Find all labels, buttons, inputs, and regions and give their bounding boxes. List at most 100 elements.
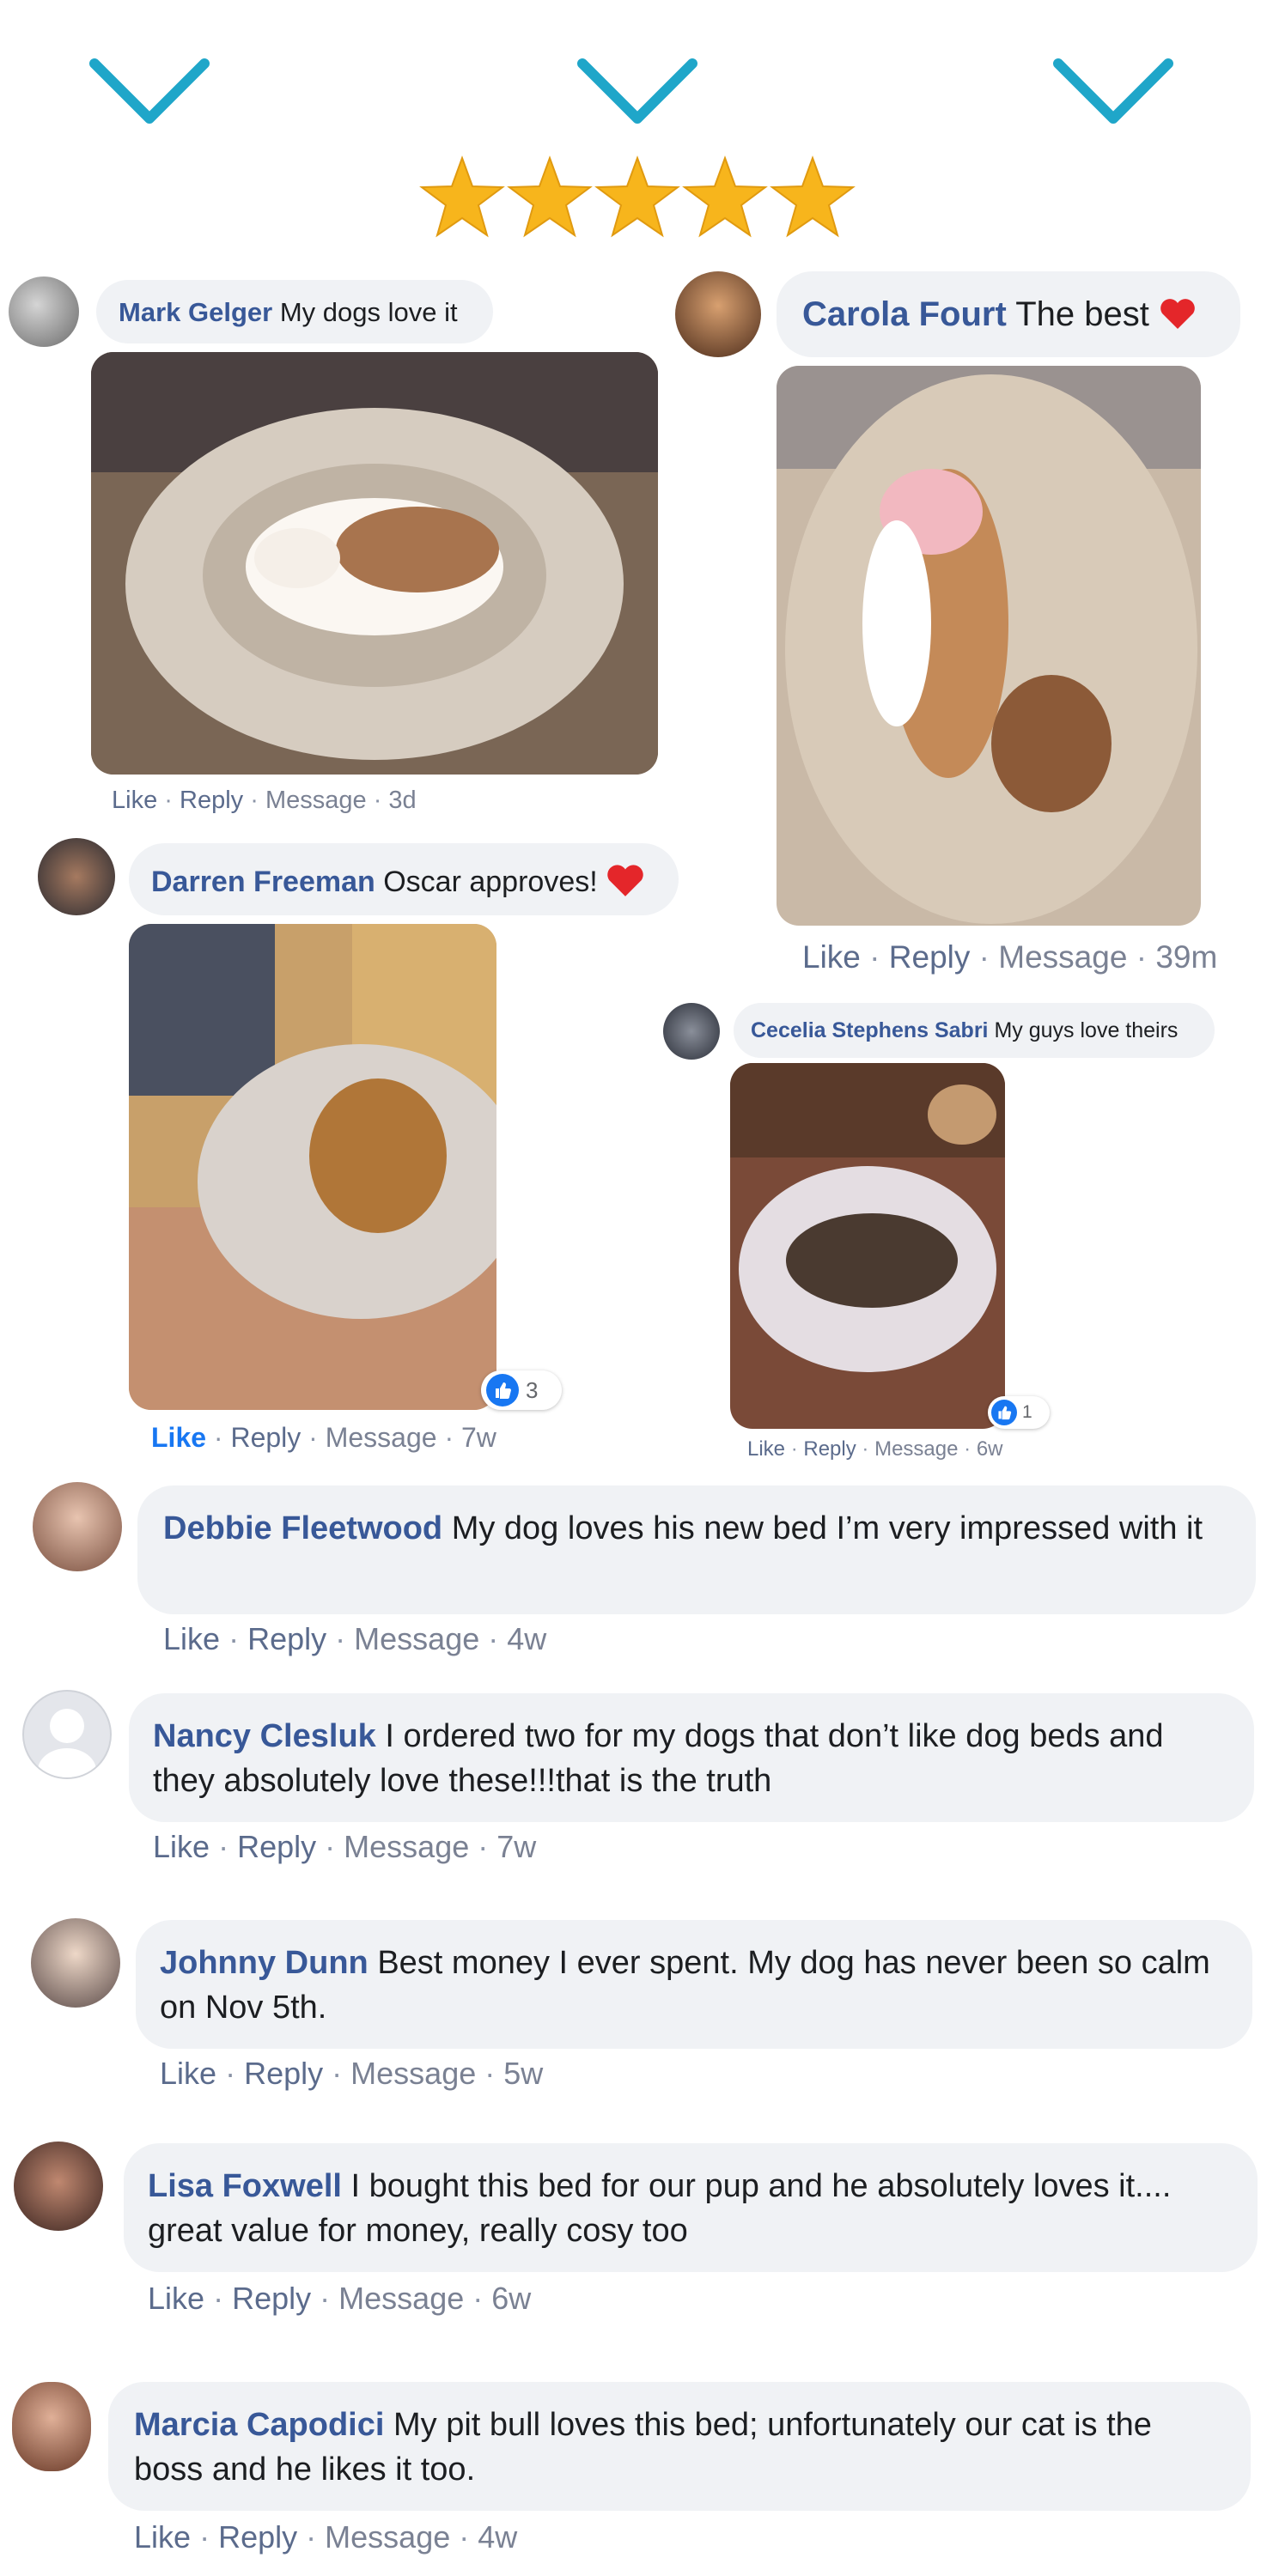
message-link[interactable]: Message [354,1621,479,1656]
star-icon [682,155,768,238]
dog-bed-photo[interactable] [730,1063,1005,1429]
reaction-count-value: 1 [1022,1402,1032,1422]
like-link[interactable]: Like [151,1422,206,1453]
separator: · [320,2281,331,2316]
avatar[interactable] [14,2142,103,2231]
like-link[interactable]: Like [134,2519,191,2555]
chevron-down-icon[interactable] [88,57,211,129]
reply-link[interactable]: Reply [237,1829,316,1864]
message-link[interactable]: Message [998,939,1127,975]
reply-link[interactable]: Reply [247,1621,326,1656]
avatar[interactable] [675,271,761,357]
message-link[interactable]: Message [350,2056,476,2091]
commenter-name[interactable]: Mark Gelger [119,297,272,327]
comment-actions: Like · Reply · Message · 7w [151,1422,496,1454]
reply-link[interactable]: Reply [218,2519,297,2555]
commenter-name[interactable]: Carola Fourt [802,295,1007,333]
message-link[interactable]: Message [265,787,367,814]
reaction-count-value: 3 [526,1376,539,1403]
like-link[interactable]: Like [802,939,861,975]
avatar[interactable] [31,1918,120,2008]
reaction-count[interactable]: 3 [481,1370,562,1410]
heart-icon [1160,299,1195,329]
reply-link[interactable]: Reply [889,939,971,975]
commenter-name[interactable]: Nancy Clesluk [153,1718,376,1754]
commenter-name[interactable]: Darren Freeman [151,866,375,898]
reply-link[interactable]: Reply [180,787,243,814]
comment-actions: Like · Reply · Message · 4w [134,2519,517,2555]
message-link[interactable]: Message [874,1437,958,1461]
comment-actions: Like · Reply · Message · 6w [148,2281,531,2317]
like-link[interactable]: Like [112,787,157,814]
separator: · [325,1829,336,1864]
comment-text: My dogs love it [279,297,458,327]
star-rating [419,155,857,240]
comment-actions: Like · Reply · Message · 5w [160,2056,543,2092]
chevron-down-icon[interactable] [576,57,699,129]
separator: · [228,1621,240,1656]
like-link[interactable]: Like [153,1829,210,1864]
comment-bubble: Nancy Clesluk I ordered two for my dogs … [129,1693,1254,1822]
message-link[interactable]: Message [338,2281,464,2316]
separator: · [306,2519,317,2555]
separator: · [869,939,880,975]
separator: · [164,787,173,814]
separator: · [225,2056,236,2091]
user-avatar-icon[interactable] [22,1690,112,1779]
commenter-name[interactable]: Lisa Foxwell [148,2168,342,2204]
separator: · [964,1437,971,1461]
avatar[interactable] [33,1482,122,1571]
like-link[interactable]: Like [160,2056,216,2091]
separator: · [488,1621,499,1656]
star-icon [507,155,593,238]
like-link[interactable]: Like [163,1621,220,1656]
comment-bubble: Marcia Capodici My pit bull loves this b… [108,2382,1251,2511]
reply-link[interactable]: Reply [244,2056,323,2091]
comment-bubble: Mark Gelger My dogs love it [96,280,493,343]
timestamp: 7w [496,1829,537,1864]
commenter-name[interactable]: Marcia Capodici [134,2407,384,2443]
separator: · [335,1621,346,1656]
timestamp: 39m [1155,939,1218,975]
separator: · [373,787,382,814]
separator: · [332,2056,343,2091]
reply-link[interactable]: Reply [232,2281,311,2316]
separator: · [978,939,990,975]
separator: · [213,2281,224,2316]
reply-link[interactable]: Reply [230,1422,301,1453]
avatar[interactable] [663,1003,720,1060]
avatar[interactable] [38,838,115,915]
comment-bubble: Debbie Fleetwood My dog loves his new be… [137,1485,1256,1614]
message-link[interactable]: Message [325,2519,450,2555]
comment-actions: Like · Reply · Message · 3d [112,787,417,815]
separator: · [218,1829,229,1864]
comment-text: Oscar approves! [383,866,598,898]
star-icon [419,155,505,238]
like-link[interactable]: Like [148,2281,204,2316]
commenter-name[interactable]: Johnny Dunn [160,1945,368,1981]
timestamp: 6w [976,1437,1003,1461]
dog-bed-photo[interactable] [129,924,496,1410]
separator: · [308,1422,318,1453]
avatar[interactable] [9,276,79,347]
comment-text: My dog loves his new bed I’m very impres… [451,1510,1203,1546]
separator: · [459,2519,470,2555]
reply-link[interactable]: Reply [803,1437,856,1461]
message-link[interactable]: Message [344,1829,469,1864]
avatar[interactable] [12,2382,91,2471]
message-link[interactable]: Message [326,1422,437,1453]
chevron-down-icon[interactable] [1051,57,1175,129]
commenter-name[interactable]: Debbie Fleetwood [163,1510,442,1546]
separator: · [484,2056,496,2091]
timestamp: 4w [507,1621,547,1656]
star-icon [770,155,856,238]
separator: · [444,1422,454,1453]
comment-bubble: Lisa Foxwell I bought this bed for our p… [124,2143,1258,2272]
dog-bed-photo[interactable] [777,366,1201,926]
reaction-count[interactable]: 1 [988,1396,1050,1429]
like-link[interactable]: Like [747,1437,785,1461]
dog-bed-photo[interactable] [91,352,658,775]
thumbs-up-icon [991,1400,1017,1425]
commenter-name[interactable]: Cecelia Stephens Sabri [751,1018,989,1042]
comment-actions: Like · Reply · Message · 6w [747,1437,1003,1461]
